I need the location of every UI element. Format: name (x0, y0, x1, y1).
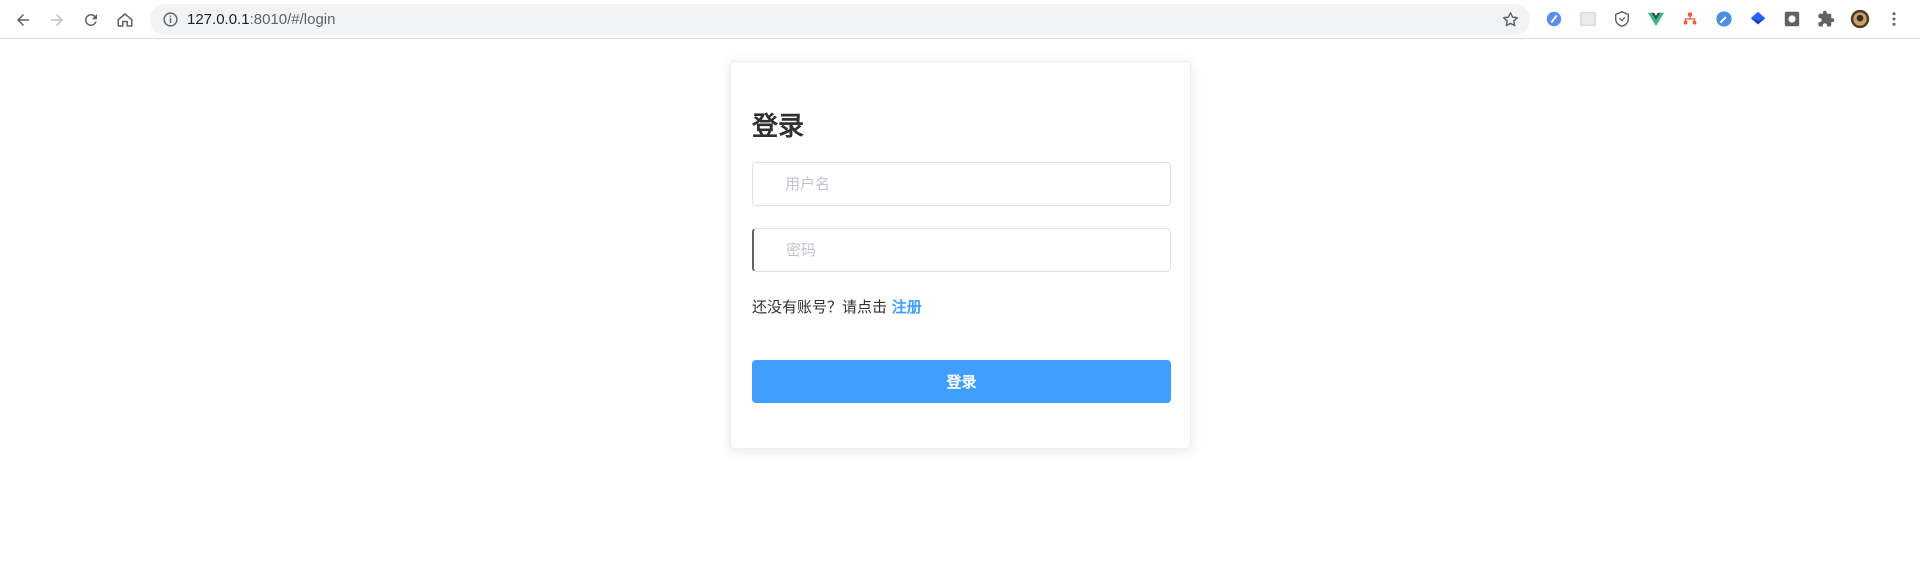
browser-toolbar: 127.0.0.1:8010/#/login (0, 0, 1920, 39)
ext-shield-icon[interactable] (1612, 9, 1632, 29)
forward-icon (51, 14, 63, 26)
ext-grey-square-icon[interactable] (1578, 9, 1598, 29)
bookmark-star-icon[interactable] (1501, 10, 1520, 29)
ext-vue-icon[interactable] (1646, 9, 1666, 29)
home-icon (117, 13, 133, 27)
register-link[interactable]: 注册 (892, 298, 922, 316)
url-path: :8010/#/login (249, 11, 336, 28)
login-button[interactable]: 登录 (752, 360, 1171, 403)
reload-icon (84, 13, 97, 26)
ext-orange-tree-icon[interactable] (1680, 9, 1700, 29)
password-field[interactable] (752, 228, 1171, 272)
login-card: 登录 还没有账号？请点击 注册 登录 (730, 61, 1191, 449)
extensions-puzzle-icon[interactable] (1816, 9, 1836, 29)
address-bar[interactable]: 127.0.0.1:8010/#/login (150, 4, 1530, 35)
ext-blue-circle-icon[interactable] (1544, 9, 1564, 29)
password-input[interactable] (754, 229, 1170, 271)
profile-avatar[interactable] (1850, 9, 1870, 29)
back-icon (17, 14, 29, 26)
home-button[interactable] (112, 7, 138, 33)
info-icon[interactable] (162, 11, 179, 28)
username-field[interactable] (752, 162, 1171, 206)
ext-grey-box-icon[interactable] (1782, 9, 1802, 29)
back-button[interactable] (10, 7, 36, 33)
username-input[interactable] (753, 163, 1170, 205)
ext-blue-diamond-icon[interactable] (1748, 9, 1768, 29)
forward-button[interactable] (44, 7, 70, 33)
reload-button[interactable] (78, 7, 104, 33)
ext-blue-compass-icon[interactable] (1714, 9, 1734, 29)
url-text[interactable]: 127.0.0.1:8010/#/login (187, 4, 335, 35)
register-prompt-text: 还没有账号？请点击 (752, 298, 888, 316)
url-host: 127.0.0.1 (187, 11, 250, 28)
page-title: 登录 (752, 112, 805, 142)
menu-kebab-icon[interactable] (1884, 9, 1904, 29)
register-prompt: 还没有账号？请点击 注册 (752, 296, 922, 317)
